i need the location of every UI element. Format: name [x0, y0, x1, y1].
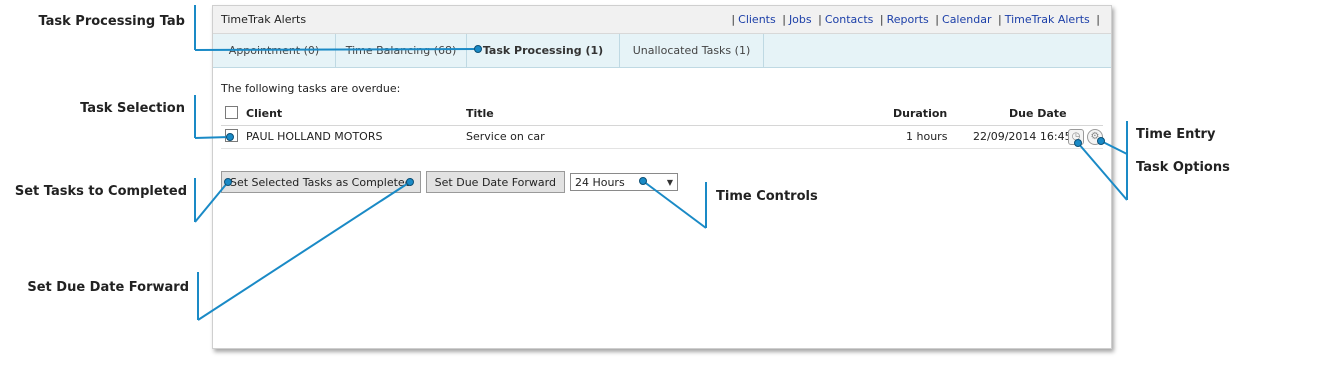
overdue-message: The following tasks are overdue:: [221, 82, 401, 95]
column-duration: Duration: [893, 107, 948, 120]
table-row: PAUL HOLLAND MOTORS Service on car 1 hou…: [221, 126, 1103, 149]
nav-timetrak-alerts-link[interactable]: TimeTrak Alerts: [1005, 13, 1090, 26]
set-completed-button[interactable]: Set Selected Tasks as Completed: [221, 171, 421, 193]
column-client: Client: [246, 107, 283, 120]
column-due-date: Due Date: [1009, 107, 1067, 120]
action-bar: Set Selected Tasks as Completed Set Due …: [221, 171, 1103, 193]
tab-time-balancing[interactable]: Time Balancing (68): [336, 34, 467, 67]
callout-set-tasks-completed: Set Tasks to Completed: [14, 184, 187, 199]
tab-task-processing[interactable]: Task Processing (1): [467, 34, 620, 67]
nav-contacts-link[interactable]: Contacts: [825, 13, 874, 26]
callout-task-selection: Task Selection: [80, 101, 185, 116]
tab-unallocated-tasks[interactable]: Unallocated Tasks (1): [620, 34, 764, 67]
row-title: Service on car: [466, 130, 545, 143]
callout-set-due-date-forward: Set Due Date Forward: [27, 280, 189, 295]
interval-select-value: 24 Hours: [574, 175, 625, 189]
task-table-header: Client Title Duration Due Date: [221, 103, 1103, 126]
tab-bar: Appointment (0) Time Balancing (68) Task…: [213, 34, 1111, 68]
callout-task-options: Task Options: [1136, 160, 1230, 175]
select-all-checkbox[interactable]: [225, 106, 238, 119]
time-entry-icon[interactable]: ◷: [1068, 129, 1084, 145]
callout-time-controls: Time Controls: [716, 189, 818, 204]
interval-select[interactable]: 24 Hours ▼: [569, 173, 678, 191]
row-client: PAUL HOLLAND MOTORS: [246, 130, 383, 143]
tab-appointment[interactable]: Appointment (0): [213, 34, 336, 67]
task-content: The following tasks are overdue: Client …: [213, 68, 1111, 193]
app-title: TimeTrak Alerts: [221, 13, 307, 26]
task-select-checkbox[interactable]: [225, 129, 238, 142]
row-duration: 1 hours: [906, 130, 948, 143]
column-title: Title: [466, 107, 494, 120]
callout-task-processing-tab: Task Processing Tab: [38, 14, 185, 29]
nav-calendar-link[interactable]: Calendar: [942, 13, 991, 26]
nav-reports-link[interactable]: Reports: [887, 13, 929, 26]
nav-clients-link[interactable]: Clients: [738, 13, 776, 26]
chevron-down-icon: ▼: [666, 177, 673, 187]
set-due-date-forward-button[interactable]: Set Due Date Forward: [425, 171, 565, 193]
timetrak-alerts-panel: TimeTrak Alerts | Clients | Jobs | Contacts…: [212, 5, 1112, 349]
row-due-date: 22/09/2014 16:45: [973, 130, 1072, 143]
callout-time-entry: Time Entry: [1136, 127, 1216, 142]
title-bar: TimeTrak Alerts | Clients | Jobs | Contacts…: [213, 6, 1111, 34]
task-options-icon[interactable]: ⚙: [1087, 129, 1103, 145]
top-nav: | Clients | Jobs | Contacts | Reports | Calen…: [731, 13, 1100, 26]
nav-jobs-link[interactable]: Jobs: [789, 13, 812, 26]
